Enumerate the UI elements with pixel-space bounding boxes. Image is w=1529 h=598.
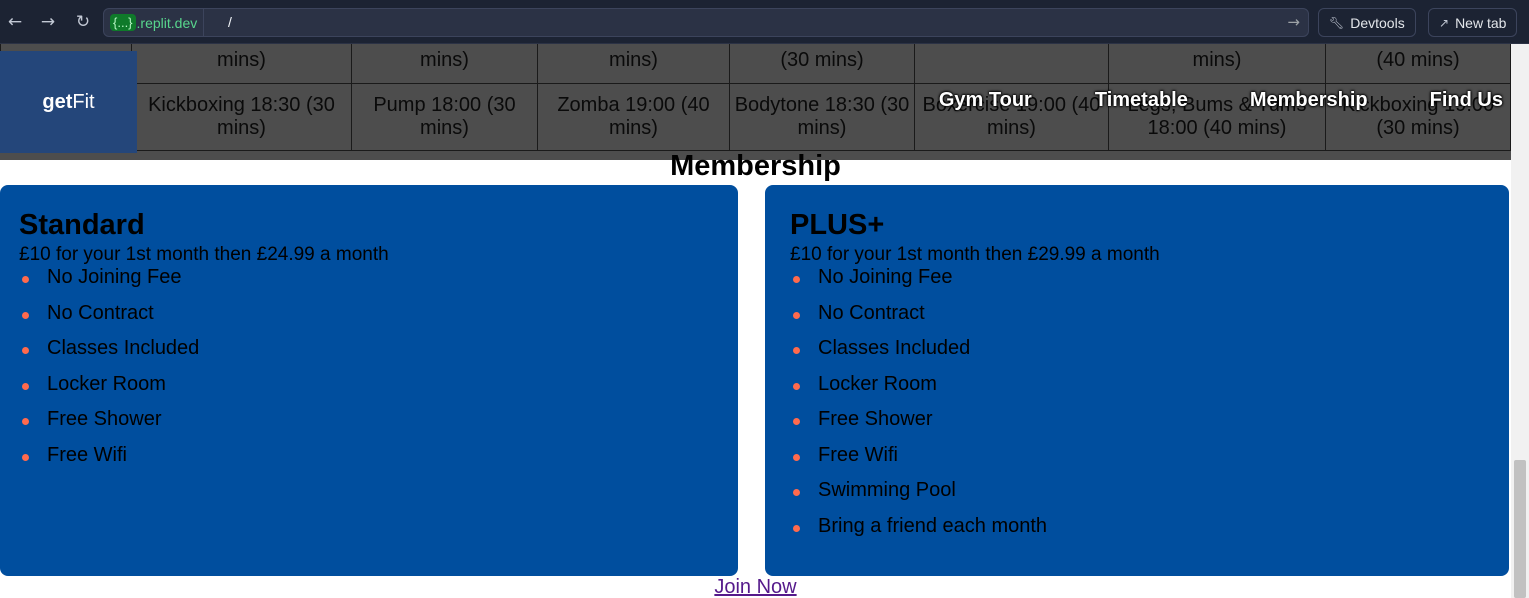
feature-label: No Contract	[47, 301, 154, 324]
feature-label: Locker Room	[47, 372, 166, 395]
table-cell: (30 mins)	[729, 44, 915, 84]
nav-link-membership[interactable]: Membership	[1250, 89, 1368, 112]
new-tab-button[interactable]: ↗ New tab	[1428, 8, 1518, 37]
plan-name: Standard	[19, 209, 145, 241]
plan-price: £10 for your 1st month then £29.99 a mon…	[790, 244, 1160, 265]
list-item: Classes Included	[19, 337, 199, 373]
bullet-icon	[793, 276, 800, 283]
table-cell: mins)	[1108, 44, 1326, 84]
nav-link-find-us[interactable]: Find Us	[1430, 89, 1503, 112]
table-cell: Bodytone 18:30 (30 mins)	[729, 83, 915, 151]
bullet-icon	[793, 524, 800, 532]
browser-toolbar: ← → ↻ {...} .replit.dev / → 🔧︎ Devtools …	[0, 0, 1529, 44]
feature-label: No Contract	[818, 301, 925, 324]
feature-label: Free Shower	[47, 408, 162, 430]
site-logo[interactable]: get Fit	[0, 51, 137, 153]
list-item: Locker Room	[790, 373, 1047, 409]
nav-link-timetable[interactable]: Timetable	[1095, 89, 1188, 112]
table-cell: Kickboxing 18:30 (30 mins)	[131, 83, 352, 151]
logo-light-text: Fit	[72, 90, 95, 113]
go-arrow-icon[interactable]: →	[1287, 9, 1300, 36]
list-item: No Joining Fee	[19, 266, 199, 302]
url-domain: {...} .replit.dev	[104, 9, 205, 36]
feature-label: Classes Included	[818, 337, 971, 359]
bullet-icon	[793, 311, 800, 319]
bullet-icon	[793, 382, 800, 390]
nav-link-gym-tour[interactable]: Gym Tour	[939, 89, 1032, 112]
join-now-link[interactable]: Join Now	[0, 576, 1511, 598]
page-viewport: Afternoon mins) mins) mins) (30 mins) mi…	[0, 44, 1511, 598]
feature-label: Free Wifi	[47, 443, 127, 466]
bullet-icon	[793, 453, 800, 461]
wrench-icon: 🔧︎	[1329, 15, 1345, 30]
url-path[interactable]: /	[228, 9, 232, 36]
feature-label: Classes Included	[47, 337, 200, 359]
reload-icon[interactable]: ↻	[70, 9, 96, 35]
feature-label: Swimming Pool	[818, 479, 956, 501]
bullet-icon	[793, 347, 800, 354]
feature-label: Locker Room	[818, 372, 937, 395]
plan-card-standard: Standard £10 for your 1st month then £24…	[0, 185, 738, 576]
forward-arrow-icon[interactable]: →	[35, 9, 61, 35]
bullet-icon	[22, 382, 29, 390]
new-tab-label: New tab	[1455, 14, 1507, 31]
list-item: Free Wifi	[19, 444, 199, 480]
logo-bold-text: get	[42, 90, 73, 113]
table-cell	[914, 44, 1109, 84]
list-item: Free Shower	[790, 408, 1047, 444]
bullet-icon	[22, 276, 29, 283]
list-item: Swimming Pool	[790, 479, 1047, 515]
table-cell: mins)	[351, 44, 538, 84]
bullet-icon	[22, 347, 29, 354]
bullet-icon	[793, 418, 800, 425]
plan-price: £10 for your 1st month then £24.99 a mon…	[19, 244, 389, 265]
table-row: Afternoon mins) mins) mins) (30 mins) mi…	[0, 44, 1511, 84]
list-item: No Joining Fee	[790, 266, 1047, 302]
table-cell: mins)	[537, 44, 730, 84]
list-item: Bring a friend each month	[790, 515, 1047, 551]
devtools-button[interactable]: 🔧︎ Devtools	[1318, 8, 1416, 37]
list-item: Classes Included	[790, 337, 1047, 373]
back-arrow-icon[interactable]: ←	[2, 9, 28, 35]
list-item: Locker Room	[19, 373, 199, 409]
feature-label: No Joining Fee	[47, 266, 182, 288]
external-link-icon: ↗	[1439, 15, 1450, 30]
table-cell: Pump 18:00 (30 mins)	[351, 83, 538, 151]
list-item: No Contract	[19, 302, 199, 338]
feature-label: Free Wifi	[818, 443, 898, 466]
membership-heading: Membership	[670, 150, 841, 182]
main-nav: Gym Tour Timetable Membership Find Us	[939, 89, 1503, 112]
bullet-icon	[22, 311, 29, 319]
list-item: No Contract	[790, 302, 1047, 338]
url-badge: {...}	[110, 14, 136, 31]
plan-features: No Joining Fee No Contract Classes Inclu…	[19, 266, 199, 479]
url-domain-text: .replit.dev	[136, 14, 198, 31]
feature-label: No Joining Fee	[818, 266, 953, 288]
feature-label: Free Shower	[818, 408, 933, 430]
bullet-icon	[793, 489, 800, 496]
devtools-label: Devtools	[1350, 14, 1405, 31]
table-cell: Zomba 19:00 (40 mins)	[537, 83, 730, 151]
table-cell: mins)	[131, 44, 352, 84]
bullet-icon	[22, 453, 29, 461]
scrollbar-thumb[interactable]	[1514, 460, 1526, 598]
page-scrollbar[interactable]	[1511, 44, 1529, 598]
list-item: Free Wifi	[790, 444, 1047, 480]
list-item: Free Shower	[19, 408, 199, 444]
plan-name: PLUS+	[790, 209, 885, 241]
table-cell: (40 mins)	[1325, 44, 1511, 84]
feature-label: Bring a friend each month	[818, 514, 1048, 537]
address-bar[interactable]: {...} .replit.dev / →	[103, 8, 1309, 37]
plan-card-plus: PLUS+ £10 for your 1st month then £29.99…	[765, 185, 1509, 576]
plan-features: No Joining Fee No Contract Classes Inclu…	[790, 266, 1047, 550]
bullet-icon	[22, 418, 29, 425]
